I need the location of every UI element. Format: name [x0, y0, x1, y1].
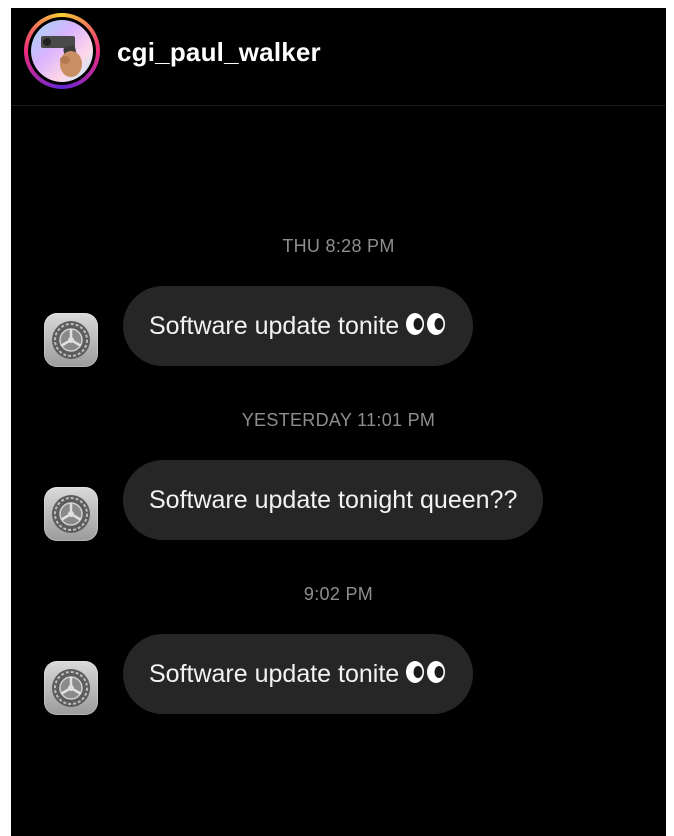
username[interactable]: cgi_paul_walker [117, 37, 321, 68]
message-row: Software update tonight queen?? [11, 460, 666, 541]
message-row: Software update tonite [11, 286, 666, 368]
eyes-emoji [405, 288, 447, 368]
message-bubble[interactable]: Software update tonite [123, 634, 474, 716]
settings-gear-icon[interactable] [44, 313, 98, 367]
message-row: Software update tonite [11, 634, 666, 716]
message-text: Software update tonite [149, 660, 400, 688]
eyes-emoji [405, 636, 447, 716]
pistol-avatar-icon [41, 36, 82, 77]
message-text: Software update tonight queen?? [149, 486, 518, 514]
message-timestamp: 9:02 PM [303, 584, 374, 604]
settings-gear-icon[interactable] [44, 487, 98, 541]
avatar [31, 20, 93, 82]
chat-screen: cgi_paul_walker THU 8:28 PM Software upd… [11, 8, 666, 836]
message-timestamp: THU 8:28 PM [282, 236, 395, 256]
message-timestamp: YESTERDAY 11:01 PM [241, 410, 436, 430]
message-bubble[interactable]: Software update tonight queen?? [123, 460, 544, 540]
story-ring[interactable] [24, 13, 100, 89]
settings-gear-icon[interactable] [44, 661, 98, 715]
message-text: Software update tonite [149, 312, 400, 340]
chat-header: cgi_paul_walker [11, 8, 666, 106]
message-bubble[interactable]: Software update tonite [123, 286, 474, 368]
